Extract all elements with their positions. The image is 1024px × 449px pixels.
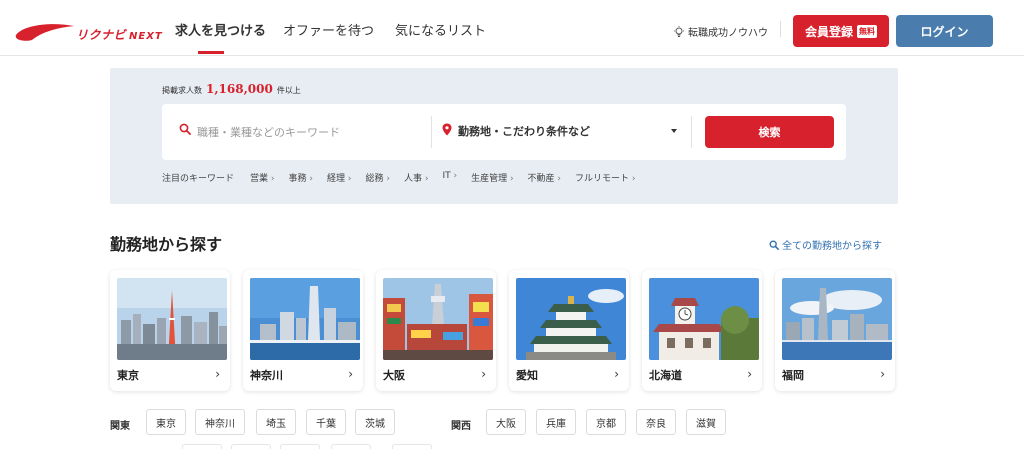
chevron-right-icon: › [880, 367, 885, 381]
card-label: 北海道 [649, 369, 682, 382]
card-label: 東京 [117, 369, 139, 382]
location-select[interactable]: 勤務地・こだわり条件など [458, 123, 590, 139]
job-count-prefix: 掲載求人数 [162, 86, 202, 95]
tab-find-jobs[interactable]: 求人を見つける [175, 20, 266, 39]
search-box: 職種・業種などのキーワード 勤務地・こだわり条件など 検索 [162, 104, 846, 160]
register-label: 会員登録 [804, 24, 853, 39]
location-card-kanagawa[interactable]: 神奈川 › [243, 270, 363, 391]
search-button[interactable]: 検索 [705, 116, 834, 148]
osaka-tsutenkaku-image [383, 278, 493, 360]
lightbulb-icon [674, 25, 684, 37]
job-count-suffix: 件以上 [276, 86, 301, 95]
prefecture-chip[interactable]: 埼玉 [256, 409, 296, 435]
prefecture-chip[interactable]: 大阪 [486, 409, 526, 435]
partial-chip [182, 444, 222, 449]
chevron-right-icon: › [614, 367, 619, 381]
all-locations-link[interactable]: 全ての勤務地から探す [769, 237, 882, 252]
search-panel: 掲載求人数 1,168,000 件以上 職種・業種などのキーワード 勤務地・こだ… [110, 68, 898, 204]
prefecture-chip[interactable]: 奈良 [636, 409, 676, 435]
career-tips-link[interactable]: 転職成功ノウハウ [673, 24, 768, 39]
sapporo-clock-tower-image [649, 278, 759, 360]
partial-chip [280, 444, 320, 449]
logo-swoosh-icon [15, 24, 74, 41]
site-header: リクナビ NEXT 求人を見つける オファーを待つ 気になるリスト 転職成功ノウハ… [0, 0, 1024, 56]
location-card-osaka[interactable]: 大阪 › [376, 270, 496, 391]
keyword-link[interactable]: フルリモート [575, 171, 635, 184]
keyword-link[interactable]: 生産管理 [471, 171, 513, 184]
partial-chip [331, 444, 371, 449]
job-count-value: 1,168,000 [206, 82, 273, 96]
search-icon [769, 240, 779, 250]
featured-keywords-label: 注目のキーワード [162, 174, 235, 184]
location-card-tokyo[interactable]: 東京 › [110, 270, 230, 391]
prefecture-chip[interactable]: 兵庫 [536, 409, 576, 435]
career-tips-label: 転職成功ノウハウ [688, 28, 768, 39]
keyword-link[interactable]: IT [442, 171, 457, 184]
keyword-link[interactable]: 営業 [250, 171, 274, 184]
card-label: 神奈川 [250, 369, 283, 382]
active-tab-indicator [198, 51, 224, 54]
featured-keywords: 注目のキーワード 営業 事務 経理 総務 人事 IT 生産管理 不動産 フルリモ… [162, 171, 636, 184]
keyword-link[interactable]: 不動産 [528, 171, 561, 184]
location-card-aichi[interactable]: 愛知 › [509, 270, 629, 391]
keyword-link[interactable]: 総務 [365, 171, 389, 184]
tab-saved-list[interactable]: 気になるリスト [395, 20, 486, 39]
location-pin-icon [442, 123, 452, 136]
location-card-fukuoka[interactable]: 福岡 › [775, 270, 895, 391]
header-divider [780, 21, 781, 37]
search-icon [179, 123, 191, 135]
search-divider [691, 116, 692, 148]
chevron-right-icon: › [481, 367, 486, 381]
prefecture-chip[interactable]: 東京 [146, 409, 186, 435]
prefecture-chip[interactable]: 滋賀 [686, 409, 726, 435]
card-label: 大阪 [383, 369, 405, 382]
free-badge: 無料 [857, 24, 877, 38]
partial-chip [392, 444, 432, 449]
keyword-link[interactable]: 経理 [327, 171, 351, 184]
chevron-right-icon: › [747, 367, 752, 381]
prefecture-chip[interactable]: 神奈川 [195, 409, 245, 435]
card-label: 福岡 [782, 369, 804, 382]
prefecture-chip[interactable]: 茨城 [355, 409, 395, 435]
chevron-right-icon: › [215, 367, 220, 381]
register-button[interactable]: 会員登録 無料 [793, 15, 889, 47]
section-title: 勤務地から探す [110, 235, 223, 254]
keyword-link[interactable]: 事務 [289, 171, 313, 184]
recruit-next-logo[interactable]: リクナビ NEXT [14, 20, 162, 44]
login-button[interactable]: ログイン [896, 15, 993, 47]
region-label-kanto: 関東 [110, 421, 130, 432]
tokyo-skyline-image [117, 278, 227, 360]
nagoya-castle-image [516, 278, 626, 360]
card-label: 愛知 [516, 369, 538, 382]
chevron-right-icon: › [348, 367, 353, 381]
prefecture-chip[interactable]: 京都 [586, 409, 626, 435]
tab-wait-offers[interactable]: オファーを待つ [283, 20, 374, 39]
location-card-hokkaido[interactable]: 北海道 › [642, 270, 762, 391]
search-divider [431, 116, 432, 148]
all-locations-label: 全ての勤務地から探す [782, 241, 882, 252]
partial-chip [231, 444, 271, 449]
job-count: 掲載求人数 1,168,000 件以上 [162, 82, 301, 96]
keyword-link[interactable]: 人事 [404, 171, 428, 184]
fukuoka-tower-image [782, 278, 892, 360]
chevron-down-icon [671, 129, 677, 133]
prefecture-chip[interactable]: 千葉 [306, 409, 346, 435]
yokohama-bay-image [250, 278, 360, 360]
keyword-input[interactable]: 職種・業種などのキーワード [197, 124, 340, 140]
logo-text: リクナビ NEXT [76, 28, 163, 42]
region-label-kansai: 関西 [451, 421, 471, 432]
